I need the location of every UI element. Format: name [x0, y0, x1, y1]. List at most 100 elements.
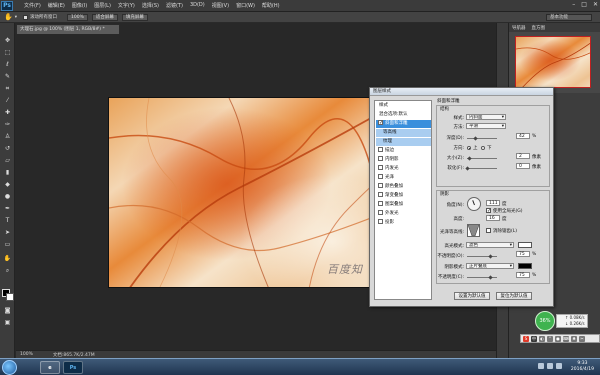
- ime-keyboard-icon[interactable]: ⌨: [563, 335, 569, 342]
- hand-tool-icon[interactable]: ✋: [3, 255, 12, 263]
- pen-tool-icon[interactable]: ✒: [3, 205, 12, 213]
- zoom-tool-icon[interactable]: ⌕: [3, 267, 12, 275]
- shape-tool-icon[interactable]: ▭: [3, 241, 12, 249]
- navigator-thumbnail[interactable]: [515, 36, 591, 88]
- ime-chinese-icon[interactable]: 中: [531, 335, 537, 342]
- ime-mic-icon[interactable]: ●: [555, 335, 561, 342]
- style-item[interactable]: 描边: [376, 147, 431, 155]
- eraser-tool-icon[interactable]: ▱: [3, 157, 12, 165]
- technique-select[interactable]: 平滑 ▾: [466, 123, 506, 129]
- blend-options-item[interactable]: 混合选项:默认: [376, 111, 431, 119]
- maximize-icon[interactable]: □: [581, 1, 587, 8]
- size-input[interactable]: 2: [516, 153, 530, 159]
- style-item-checkbox[interactable]: [378, 210, 383, 215]
- menu-item[interactable]: 选择(S): [142, 2, 159, 9]
- menu-item[interactable]: 编辑(E): [48, 2, 65, 9]
- tray-network-icon[interactable]: [547, 363, 553, 369]
- move-tool-icon[interactable]: ✥: [3, 37, 12, 45]
- depth-slider[interactable]: [467, 138, 497, 139]
- menu-item[interactable]: 图像(I): [72, 2, 87, 9]
- ime-skin-icon[interactable]: ♣: [571, 335, 577, 342]
- tool-preset-chevron-icon[interactable]: ▾: [15, 15, 17, 20]
- depth-input[interactable]: 42: [516, 133, 530, 139]
- menu-item[interactable]: 滤镜(T): [166, 2, 183, 9]
- reset-default-button[interactable]: 复位为默认值: [496, 292, 532, 300]
- style-item-checkbox[interactable]: [378, 219, 383, 224]
- tray-volume-icon[interactable]: [556, 363, 562, 369]
- sogou-ime-icon[interactable]: S: [523, 335, 529, 342]
- workspace-switcher[interactable]: 基本功能: [546, 14, 592, 21]
- menu-item[interactable]: 视图(V): [212, 2, 229, 9]
- style-item[interactable]: 内发光: [376, 165, 431, 173]
- status-zoom[interactable]: 100%: [20, 352, 33, 357]
- bevel-style-select[interactable]: 内斜面 ▾: [466, 114, 506, 120]
- minimize-icon[interactable]: –: [572, 1, 575, 8]
- quick-select-tool-icon[interactable]: ✎: [3, 73, 12, 81]
- style-item-checkbox[interactable]: [378, 147, 383, 152]
- make-default-button[interactable]: 设置为默认值: [454, 292, 490, 300]
- fill-screen-button[interactable]: 填充屏幕: [121, 13, 148, 21]
- menu-item[interactable]: 窗口(W): [236, 2, 255, 9]
- direction-up-radio[interactable]: [467, 146, 471, 150]
- style-item[interactable]: 渐变叠加: [376, 192, 431, 200]
- soften-input[interactable]: 0: [516, 163, 530, 169]
- angle-input[interactable]: 111: [486, 200, 500, 206]
- close-icon[interactable]: ✕: [593, 1, 598, 8]
- altitude-input[interactable]: 16: [486, 215, 500, 221]
- gloss-contour-picker[interactable]: [467, 224, 480, 237]
- menu-item[interactable]: 文字(Y): [118, 2, 135, 9]
- document-tab[interactable]: 大理石.jpg @ 100% (图层 1, RGB/8#) *: [16, 24, 120, 34]
- system-monitor-widget[interactable]: 36% ↑ 0.08K/s ↓ 0.26K/s: [535, 311, 599, 333]
- ime-punct-icon[interactable]: °: [547, 335, 553, 342]
- direction-down-radio[interactable]: [481, 146, 485, 150]
- style-item[interactable]: 外发光: [376, 210, 431, 218]
- tab-histogram[interactable]: 直方图: [529, 25, 549, 31]
- blur-tool-icon[interactable]: ◆: [3, 181, 12, 189]
- style-item-checkbox[interactable]: [378, 174, 383, 179]
- brush-tool-icon[interactable]: ✑: [3, 121, 12, 129]
- hand-tool-icon[interactable]: ✋: [4, 13, 13, 21]
- styles-header[interactable]: 样式: [376, 102, 431, 110]
- soften-slider[interactable]: [467, 168, 497, 169]
- menu-item[interactable]: 图层(L): [94, 2, 111, 9]
- shadow-color-swatch[interactable]: [518, 263, 532, 269]
- shadow-mode-select[interactable]: 正片叠底 ▾: [466, 263, 514, 269]
- highlight-color-swatch[interactable]: [518, 242, 532, 248]
- ime-moon-icon[interactable]: ◐: [539, 335, 545, 342]
- background-color-swatch[interactable]: [6, 293, 14, 301]
- type-tool-icon[interactable]: T: [3, 217, 12, 225]
- style-item-checkbox[interactable]: ✓: [378, 120, 383, 126]
- eyedropper-tool-icon[interactable]: ⁄: [3, 97, 12, 105]
- tab-navigator[interactable]: 导航器: [509, 25, 529, 31]
- fit-screen-button[interactable]: 适合屏幕: [91, 13, 118, 21]
- style-item-checkbox[interactable]: [378, 201, 383, 206]
- angle-dial[interactable]: [467, 197, 481, 211]
- history-brush-tool-icon[interactable]: ↺: [3, 145, 12, 153]
- path-select-tool-icon[interactable]: ➤: [3, 229, 12, 237]
- style-item[interactable]: 颜色叠加: [376, 183, 431, 191]
- highlight-opacity-input[interactable]: 75: [516, 251, 530, 257]
- style-item[interactable]: 内阴影: [376, 156, 431, 164]
- cpu-usage-circle[interactable]: 36%: [535, 311, 555, 331]
- use-global-light-checkbox[interactable]: ✓: [486, 208, 491, 214]
- scroll-all-windows-checkbox[interactable]: [22, 14, 28, 20]
- style-item-checkbox[interactable]: [378, 156, 383, 161]
- ie-browser-icon[interactable]: e: [40, 361, 60, 374]
- crop-tool-icon[interactable]: ⌗: [3, 85, 12, 93]
- menu-item[interactable]: 3D(D): [190, 2, 205, 9]
- style-item[interactable]: 等高线: [376, 129, 431, 137]
- style-item-checkbox[interactable]: [378, 183, 383, 188]
- tray-flag-icon[interactable]: [538, 363, 544, 369]
- style-item-checkbox[interactable]: [378, 192, 383, 197]
- style-item[interactable]: 投影: [376, 219, 431, 227]
- highlight-mode-select[interactable]: 滤色 ▾: [466, 242, 514, 248]
- style-item[interactable]: 光泽: [376, 174, 431, 182]
- marquee-tool-icon[interactable]: ⬚: [3, 49, 12, 57]
- style-item[interactable]: 图案叠加: [376, 201, 431, 209]
- screen-mode-icon[interactable]: ▣: [3, 319, 12, 327]
- gradient-tool-icon[interactable]: ▮: [3, 169, 12, 177]
- photoshop-taskbar-icon[interactable]: Ps: [63, 361, 83, 374]
- start-button[interactable]: [2, 360, 17, 375]
- menu-item[interactable]: 帮助(H): [262, 2, 280, 9]
- style-item[interactable]: 纹理: [376, 138, 431, 146]
